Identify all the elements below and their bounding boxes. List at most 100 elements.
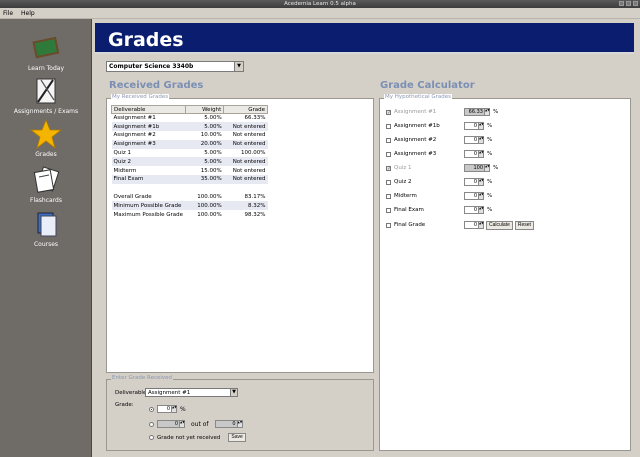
sidebar-item-assignments-exams[interactable]: Assignments / Exams — [0, 76, 92, 115]
reset-button[interactable]: Reset — [514, 220, 534, 230]
deliverable-cell: Assignment #1 — [113, 115, 156, 122]
calc-row-assignment-2: Assignment #2 0 ▲▼ % — [386, 135, 492, 145]
calc-spinner[interactable]: 0 ▲▼ — [464, 206, 484, 214]
score-spinner[interactable]: 0 ▲▼ — [157, 420, 185, 428]
received-grades-legend: My Received Grades — [111, 94, 170, 100]
sidebar-item-courses[interactable]: Courses — [0, 209, 92, 248]
include-checkbox[interactable] — [386, 207, 391, 213]
spin-arrows-icon[interactable]: ▲▼ — [484, 165, 490, 171]
deliverable-cell: Assignment #3 — [111, 139, 186, 149]
grade-cell: 66.33% — [244, 115, 266, 122]
include-checkbox[interactable] — [386, 123, 391, 129]
col-weight[interactable]: Weight — [184, 105, 225, 114]
calc-spinner[interactable]: 66.33 ▲▼ — [464, 108, 490, 116]
star-icon — [29, 119, 63, 149]
sidebar-item-label: Flashcards — [30, 197, 62, 204]
calc-spinner[interactable]: 0 ▲▼ — [464, 192, 484, 200]
calc-unit: % — [487, 151, 493, 157]
spin-arrows-icon[interactable]: ▲▼ — [179, 421, 185, 427]
chevron-down-icon: ▼ — [234, 62, 243, 71]
spin-arrows-icon[interactable]: ▲▼ — [236, 421, 242, 427]
score-radio[interactable] — [149, 421, 154, 427]
deliverable-cell: Quiz 1 — [113, 150, 131, 157]
calc-row-assignment-3: Assignment #3 0 ▲▼ % — [386, 149, 492, 159]
percent-spinner[interactable]: 0 ▲▼ — [157, 405, 177, 413]
percent-radio[interactable] — [149, 406, 154, 412]
spin-arrows-icon[interactable]: ▲▼ — [478, 137, 484, 143]
not-received-label: Grade not yet received — [157, 434, 221, 441]
sidebar-item-grades[interactable]: Grades — [0, 119, 92, 158]
include-checkbox[interactable]: ✓ — [386, 109, 391, 115]
close-icon[interactable] — [633, 1, 638, 6]
weight-cell: 35.00% — [185, 175, 224, 184]
calc-row-label: Assignment #1 — [394, 109, 437, 115]
menu-file[interactable]: File — [3, 10, 13, 17]
include-checkbox[interactable] — [386, 179, 391, 185]
calc-unit: % — [487, 207, 493, 213]
chalkboard-icon — [32, 36, 60, 59]
calc-unit: % — [493, 165, 499, 171]
calc-spinner-value: 100 — [473, 165, 483, 171]
weight-cell: 100.00% — [185, 201, 224, 211]
calc-spinner[interactable]: 0 ▲▼ — [464, 178, 484, 186]
spin-arrows-icon[interactable]: ▲▼ — [484, 109, 490, 115]
spin-arrows-icon[interactable]: ▲▼ — [478, 123, 484, 129]
sidebar-item-label: Learn Today — [27, 65, 65, 72]
sidebar-item-flashcards[interactable]: Flashcards — [0, 165, 92, 204]
include-checkbox[interactable]: ✓ — [386, 165, 391, 171]
deliverable-select[interactable]: Assignment #1 ▼ — [145, 388, 238, 397]
summary-row[interactable]: Maximum Possible Grade 100.00% 98.32% — [112, 210, 268, 219]
not-received-radio[interactable] — [149, 435, 154, 440]
calc-row-label: Midterm — [394, 193, 417, 199]
include-checkbox[interactable] — [386, 222, 391, 228]
enter-grade-legend: Enter Grade Received — [111, 375, 174, 381]
maximize-icon[interactable] — [626, 1, 631, 6]
minimize-icon[interactable] — [619, 1, 624, 6]
spin-arrows-icon[interactable]: ▲▼ — [478, 207, 484, 213]
table-row[interactable]: Final Exam 35.00% Not entered — [111, 175, 268, 184]
grade-calculator-title: Grade Calculator — [380, 80, 475, 91]
spin-arrows-icon[interactable]: ▲▼ — [171, 406, 177, 412]
save-button[interactable]: Save — [228, 433, 246, 442]
calc-unit: % — [493, 109, 499, 115]
spin-arrows-icon[interactable]: ▲▼ — [478, 193, 484, 199]
sidebar-item-label: Assignments / Exams — [13, 108, 79, 115]
course-select[interactable]: Computer Science 3340b ▼ — [106, 61, 244, 72]
table-row[interactable]: Quiz 2 5.00% Not entered — [111, 157, 268, 167]
spin-arrows-icon[interactable]: ▲▼ — [478, 151, 484, 157]
menu-help[interactable]: Help — [21, 10, 35, 17]
weight-cell: 5.00% — [185, 122, 224, 132]
percent-unit: % — [180, 405, 186, 413]
hypothetical-grades-group: My Hypothetical Grades ✓ Assignment #1 6… — [379, 94, 631, 451]
calc-spinner[interactable]: 0 ▲▼ — [464, 122, 484, 130]
calc-spinner[interactable]: 0 ▲▼ — [464, 221, 484, 229]
calc-spinner[interactable]: 0 ▲▼ — [464, 136, 484, 144]
spin-arrows-icon[interactable]: ▲▼ — [478, 179, 484, 185]
summary-row[interactable]: Overall Grade 100.00% 83.17% — [112, 193, 268, 202]
sidebar-item-label: Grades — [35, 151, 57, 158]
table-row[interactable]: Assignment #3 20.00% Not entered — [111, 139, 268, 149]
calculate-button[interactable]: Calculate — [486, 220, 513, 230]
calc-spinner[interactable]: 0 ▲▼ — [464, 150, 484, 158]
col-deliverable[interactable]: Deliverable — [111, 105, 186, 114]
calc-spinner-value: 0 — [473, 123, 477, 129]
calc-unit: % — [487, 123, 493, 129]
include-checkbox[interactable] — [386, 151, 391, 157]
table-row[interactable]: Assignment #1b 5.00% Not entered — [111, 122, 268, 132]
calc-spinner-value: 0 — [473, 179, 477, 185]
spin-arrows-icon[interactable]: ▲▼ — [478, 222, 484, 228]
calc-spinner[interactable]: 100 ▲▼ — [464, 164, 490, 172]
table-row[interactable]: Quiz 1 5.00% 100.00% — [112, 149, 268, 158]
weight-cell: 5.00% — [185, 157, 224, 167]
include-checkbox[interactable] — [386, 193, 391, 199]
summary-row[interactable]: Minimum Possible Grade 100.00% 8.32% — [111, 201, 268, 211]
calc-spinner-value: 0 — [473, 207, 477, 213]
sidebar-item-learn-today[interactable]: Learn Today — [0, 33, 92, 72]
table-row[interactable]: Assignment #2 10.00% Not entered — [112, 131, 268, 140]
table-row[interactable]: Assignment #1 5.00% 66.33% — [112, 114, 268, 123]
col-grade[interactable]: Grade — [223, 105, 268, 114]
out-of-spinner[interactable]: 0 ▲▼ — [214, 420, 243, 428]
calc-row-assignment-1: ✓ Assignment #1 66.33 ▲▼ % — [386, 107, 498, 117]
table-row[interactable]: Midterm 15.00% Not entered — [112, 166, 268, 175]
include-checkbox[interactable] — [386, 137, 391, 143]
